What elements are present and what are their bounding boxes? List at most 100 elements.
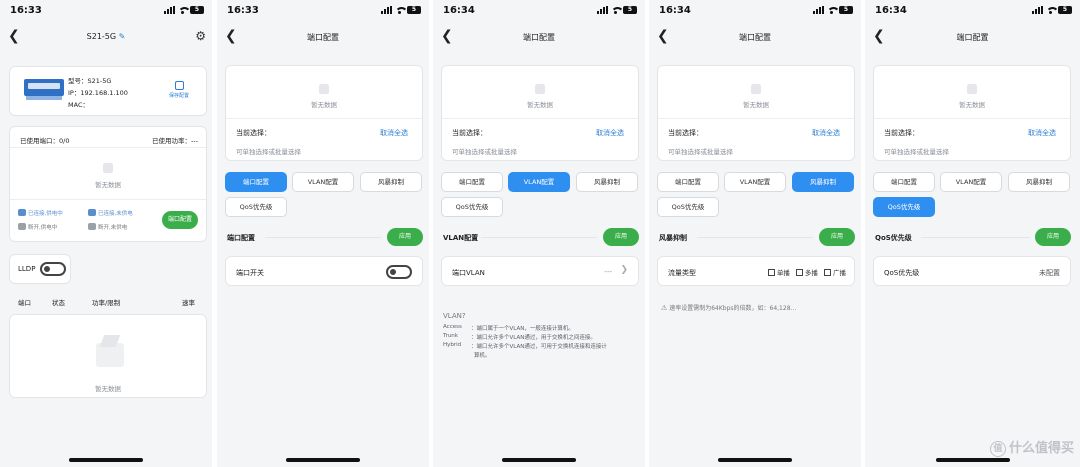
deselect-all-link[interactable]: 取消全选 — [1028, 128, 1056, 138]
wifi-icon — [178, 6, 191, 14]
status-bar: 16:34 5 — [433, 0, 645, 22]
traffic-type-row: 流量类型 单播 多播 广播 — [657, 256, 855, 286]
broadcast-label: 广播 — [833, 269, 846, 277]
legend-label: 已连接,供电中 — [28, 211, 63, 217]
legend-label: 断开,未供电 — [98, 225, 128, 231]
battery-icon: 5 — [407, 6, 421, 14]
help-value: ：端口属于一个VLAN，一般连接计算机。 — [471, 326, 574, 332]
tab-storm-control[interactable]: 风暴抑制 — [360, 172, 422, 192]
empty-data-text: 暂无数据 — [311, 101, 337, 109]
col-power: 功率/限制 — [92, 299, 121, 307]
status-icons: 5 — [381, 6, 421, 14]
page-title: 端口配置 — [956, 33, 989, 42]
home-indicator — [935, 458, 1010, 462]
wifi-icon — [611, 6, 624, 14]
qos-priority-value: 未配置 — [1039, 269, 1060, 277]
battery-icon: 5 — [190, 6, 204, 14]
tab-port-config[interactable]: 端口配置 — [873, 172, 935, 192]
tab-vlan-config[interactable]: VLAN配置 — [508, 172, 570, 192]
traffic-options: 单播 多播 广播 — [767, 267, 846, 277]
gear-icon[interactable]: ⚙ — [195, 29, 206, 43]
save-config-label: 保存配置 — [168, 93, 189, 99]
port-switch-toggle[interactable] — [386, 265, 412, 279]
unicast-label: 单播 — [776, 269, 790, 277]
save-config-button[interactable]: 保存配置 — [166, 81, 192, 99]
tab-port-config[interactable]: 端口配置 — [657, 172, 719, 192]
port-icon — [88, 223, 96, 230]
tab-vlan-config[interactable]: VLAN配置 — [292, 172, 354, 192]
port-config-button[interactable]: 端口配置 — [162, 211, 198, 229]
signal-icon — [1032, 6, 1043, 14]
legend-label: 已连接,未供电 — [98, 211, 133, 217]
lldp-toggle[interactable] — [40, 262, 66, 276]
tab-qos-priority[interactable]: QoS优先级 — [225, 197, 287, 217]
deselect-all-link[interactable]: 取消全选 — [380, 128, 408, 138]
port-switch-label: 端口开关 — [236, 269, 264, 277]
legend-disconnected-powered: 断开,供电中 — [18, 223, 57, 231]
port-icon — [88, 209, 96, 216]
tab-qos-priority[interactable]: QoS优先级 — [657, 197, 719, 217]
tab-storm-control[interactable]: 风暴抑制 — [792, 172, 854, 192]
broadcast-checkbox[interactable] — [824, 269, 831, 276]
ip-label: IP：192.168.1.100 — [68, 89, 128, 97]
watermark-logo: 值 — [989, 441, 1006, 457]
empty-data-text: 暂无数据 — [743, 101, 769, 109]
section-divider — [481, 237, 597, 238]
empty-box-icon — [92, 331, 126, 371]
chevron-right-icon: ❯ — [620, 265, 628, 275]
tab-vlan-config[interactable]: VLAN配置 — [724, 172, 786, 192]
tab-vlan-config[interactable]: VLAN配置 — [940, 172, 1002, 192]
battery-icon: 5 — [839, 6, 853, 14]
tab-port-config[interactable]: 端口配置 — [225, 172, 287, 192]
empty-data-text: 暂无数据 — [95, 181, 121, 189]
apply-button[interactable]: 应用 — [387, 228, 423, 246]
tab-port-config[interactable]: 端口配置 — [441, 172, 503, 192]
edit-icon[interactable]: ✎ — [119, 32, 126, 41]
status-bar: 16:33 5 — [0, 0, 212, 22]
rate-note: ⚠ 速率设置需制为64Kbps的倍数，如：64,128... — [661, 303, 796, 312]
page-title: 端口配置 — [523, 33, 555, 42]
legend-label: 断开,供电中 — [28, 225, 58, 231]
tab-storm-control[interactable]: 风暴抑制 — [1008, 172, 1070, 192]
selection-hint: 可单独选择或批量选择 — [884, 148, 949, 156]
page-title: 端口配置 — [739, 33, 771, 42]
col-speed: 速率 — [182, 299, 195, 307]
deselect-all-link[interactable]: 取消全选 — [596, 128, 624, 138]
port-icon — [18, 223, 26, 230]
status-icons: 5 — [597, 6, 637, 14]
deselect-all-link[interactable]: 取消全选 — [812, 128, 840, 138]
mac-label: MAC： — [68, 101, 89, 109]
page-title: S21-5G ✎ — [0, 32, 212, 41]
traffic-type-label: 流量类型 — [668, 269, 696, 277]
section-divider — [697, 237, 813, 238]
apply-button[interactable]: 应用 — [819, 228, 855, 246]
section-title: 端口配置 — [227, 234, 255, 242]
unicast-checkbox[interactable] — [767, 269, 775, 276]
broadcast-option[interactable]: 广播 — [824, 269, 846, 277]
status-time: 16:33 — [10, 5, 42, 16]
help-key: Trunk — [443, 333, 458, 339]
ports-selector-card: 暂无数据 当前选择： 取消全选 可单独选择或批量选择 — [657, 65, 855, 161]
help-line: Hybrid ：端口允许多个VLAN通过，可用于交换机连接和连接计 — [443, 342, 639, 351]
status-icons: 5 — [813, 6, 853, 14]
tab-storm-control[interactable]: 风暴抑制 — [576, 172, 638, 192]
multicast-option[interactable]: 多播 — [795, 269, 818, 277]
lldp-card: LLDP — [9, 254, 71, 284]
battery-icon: 5 — [623, 6, 637, 14]
tab-qos-priority[interactable]: QoS优先级 — [873, 197, 935, 217]
multicast-checkbox[interactable] — [795, 269, 803, 276]
apply-button[interactable]: 应用 — [1035, 228, 1071, 246]
port-vlan-label: 端口VLAN — [452, 269, 485, 277]
qos-priority-row[interactable]: QoS优先级 未配置 — [873, 256, 1071, 286]
legend-connected-powered: 已连接,供电中 — [18, 209, 63, 217]
apply-button[interactable]: 应用 — [603, 228, 639, 246]
port-vlan-row[interactable]: 端口VLAN --- ❯ — [441, 256, 639, 286]
screen-device: 16:33 5 ❮ S21-5G ✎ ⚙ 型号：S21-5G IP：192.16… — [0, 0, 212, 467]
empty-data-icon — [535, 84, 545, 94]
status-icons: 5 — [1032, 6, 1072, 14]
tab-qos-priority[interactable]: QoS优先级 — [441, 197, 503, 217]
unicast-option[interactable]: 单播 — [767, 269, 790, 277]
status-bar: 16:34 5 — [649, 0, 861, 22]
current-selection-label: 当前选择： — [884, 129, 919, 137]
home-indicator — [718, 458, 792, 462]
